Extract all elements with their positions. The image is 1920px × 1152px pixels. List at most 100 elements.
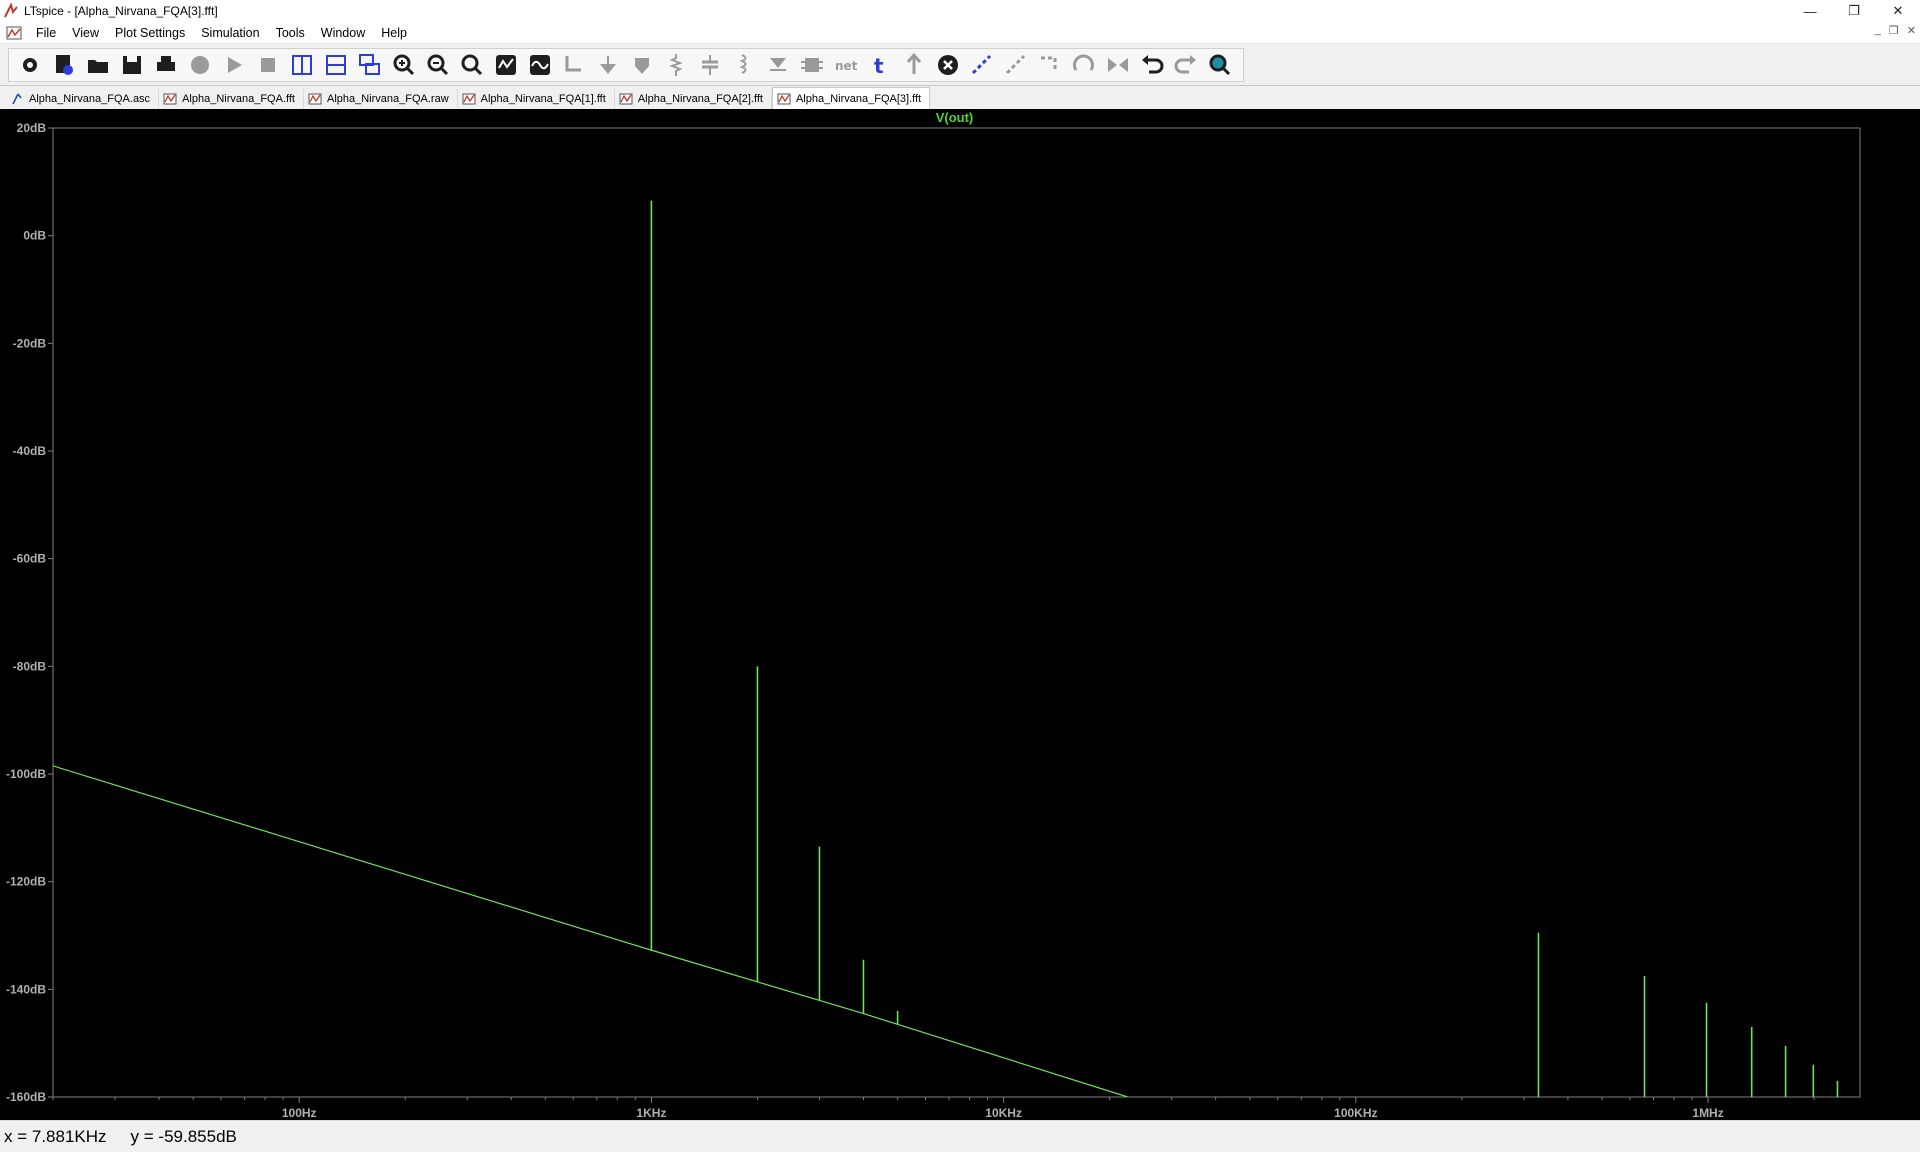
x-tick-label: 1MHz (1692, 1106, 1723, 1120)
net-icon: net (835, 59, 858, 73)
zoom-out-button[interactable] (421, 50, 455, 80)
duplicate-button[interactable] (965, 50, 999, 80)
autorange-button[interactable] (489, 50, 523, 80)
fft-chart[interactable]: V(out) 20dB 0dB -20dB -40dB -60dB -80dB -100dB -… (0, 109, 1920, 1120)
horizontal-split-icon (326, 55, 346, 75)
resistor-button[interactable] (659, 50, 693, 80)
move-button[interactable] (999, 50, 1033, 80)
waveform-window-icon[interactable] (6, 25, 22, 41)
mdi-minimize-button[interactable]: _ (1875, 24, 1881, 37)
zoom-in-button[interactable] (387, 50, 421, 80)
menu-file[interactable]: File (28, 26, 64, 40)
title-bar: LTspice - [Alpha_Nirvana_FQA[3].fft] — ❐… (0, 0, 1920, 22)
mdi-restore-button[interactable]: ❐ (1889, 24, 1899, 37)
close-button[interactable]: ✕ (1876, 0, 1920, 22)
halt-button[interactable] (183, 50, 217, 80)
inductor-icon (739, 54, 747, 74)
tab-fft-3[interactable]: Alpha_Nirvana_FQA[3].fft (771, 87, 931, 109)
mdi-controls: _ ❐ ✕ (1875, 24, 1916, 37)
menu-simulation[interactable]: Simulation (193, 26, 267, 40)
rotate-button[interactable] (1067, 50, 1101, 80)
mirror-icon (1108, 58, 1128, 72)
net-button[interactable]: net (829, 50, 863, 80)
tab-label: Alpha_Nirvana_FQA[3].fft (795, 92, 922, 105)
diode-icon (770, 58, 786, 71)
stop-button[interactable] (251, 50, 285, 80)
menu-view[interactable]: View (64, 26, 107, 40)
tab-raw[interactable]: Alpha_Nirvana_FQA.raw (304, 89, 458, 109)
find-icon (1209, 54, 1231, 76)
menu-help[interactable]: Help (373, 26, 415, 40)
run-button[interactable] (217, 50, 251, 80)
menu-plot-settings[interactable]: Plot Settings (107, 26, 193, 40)
text-icon: t (874, 54, 884, 78)
save-button[interactable] (115, 50, 149, 80)
label-button[interactable] (625, 50, 659, 80)
move-icon (1005, 54, 1026, 75)
cursor-x-readout: x = 7.881KHz (4, 1126, 107, 1146)
horizontal-split-button[interactable] (319, 50, 353, 80)
component-button[interactable] (795, 50, 829, 80)
open-button[interactable] (81, 50, 115, 80)
waveform-tab-icon (619, 93, 633, 105)
zoom-out-icon (427, 54, 449, 76)
schematic-icon (12, 93, 22, 105)
capacitor-button[interactable] (693, 50, 727, 80)
new-schematic-button[interactable] (47, 50, 81, 80)
vertical-split-icon (292, 55, 312, 75)
redo-icon (1174, 55, 1196, 74)
undo-icon (1142, 55, 1164, 74)
new-schematic-icon (56, 55, 73, 75)
x-tick-label: 100Hz (282, 1106, 317, 1120)
diode-button[interactable] (761, 50, 795, 80)
y-tick-label: -80dB (13, 659, 47, 673)
halt-icon (191, 56, 209, 74)
y-tick-label: -100dB (6, 767, 46, 781)
waveform-button[interactable] (523, 50, 557, 80)
spice-directive-button[interactable] (897, 50, 931, 80)
document-tabs: Alpha_Nirvana_FQA.asc Alpha_Nirvana_FQA.… (0, 87, 1920, 109)
undo-button[interactable] (1135, 50, 1169, 80)
wire-button[interactable] (557, 50, 591, 80)
menu-window[interactable]: Window (313, 26, 373, 40)
y-tick-label: -140dB (6, 982, 46, 996)
y-tick-label: -160dB (6, 1090, 46, 1104)
plot-frame (52, 127, 1861, 1098)
window-title: LTspice - [Alpha_Nirvana_FQA[3].fft] (24, 4, 218, 18)
redo-button[interactable] (1169, 50, 1203, 80)
settings-button[interactable] (13, 50, 47, 80)
zoom-fit-button[interactable] (455, 50, 489, 80)
vertical-split-button[interactable] (285, 50, 319, 80)
drag-button[interactable] (1033, 50, 1067, 80)
maximize-button[interactable]: ❐ (1832, 0, 1876, 22)
tab-label: Alpha_Nirvana_FQA.asc (29, 93, 151, 105)
tab-schematic[interactable]: Alpha_Nirvana_FQA.asc (6, 89, 160, 109)
tab-label: Alpha_Nirvana_FQA.raw (326, 93, 449, 105)
text-button[interactable]: t (863, 50, 897, 80)
component-icon (801, 58, 823, 72)
autorange-icon (496, 55, 516, 75)
menu-tools[interactable]: Tools (268, 26, 313, 40)
mdi-close-button[interactable]: ✕ (1907, 24, 1916, 37)
cascade-button[interactable] (353, 50, 387, 80)
print-button[interactable] (149, 50, 183, 80)
window-controls: — ❐ ✕ (1788, 0, 1920, 22)
ground-button[interactable] (591, 50, 625, 80)
y-tick-label: 0dB (23, 229, 46, 243)
x-tick-label: 10KHz (985, 1106, 1022, 1120)
tab-fft-2[interactable]: Alpha_Nirvana_FQA[2].fft (615, 89, 772, 109)
stop-icon (261, 58, 275, 72)
find-button[interactable] (1203, 50, 1237, 80)
tab-fft-1[interactable]: Alpha_Nirvana_FQA[1].fft (458, 89, 615, 109)
waveform-plot-pane[interactable]: V(out) 20dB 0dB -20dB -40dB -60dB -80dB -100dB -… (0, 109, 1920, 1120)
inductor-button[interactable] (727, 50, 761, 80)
mirror-button[interactable] (1101, 50, 1135, 80)
toolbar: net t (0, 44, 1920, 86)
delete-button[interactable] (931, 50, 965, 80)
waveform-tab-icon (308, 93, 322, 105)
drag-icon (1041, 56, 1057, 72)
ltspice-app-icon (4, 3, 18, 18)
minimize-button[interactable]: — (1788, 0, 1832, 22)
tab-fft[interactable]: Alpha_Nirvana_FQA.fft (159, 89, 304, 109)
trace-label: V(out) (936, 110, 974, 125)
